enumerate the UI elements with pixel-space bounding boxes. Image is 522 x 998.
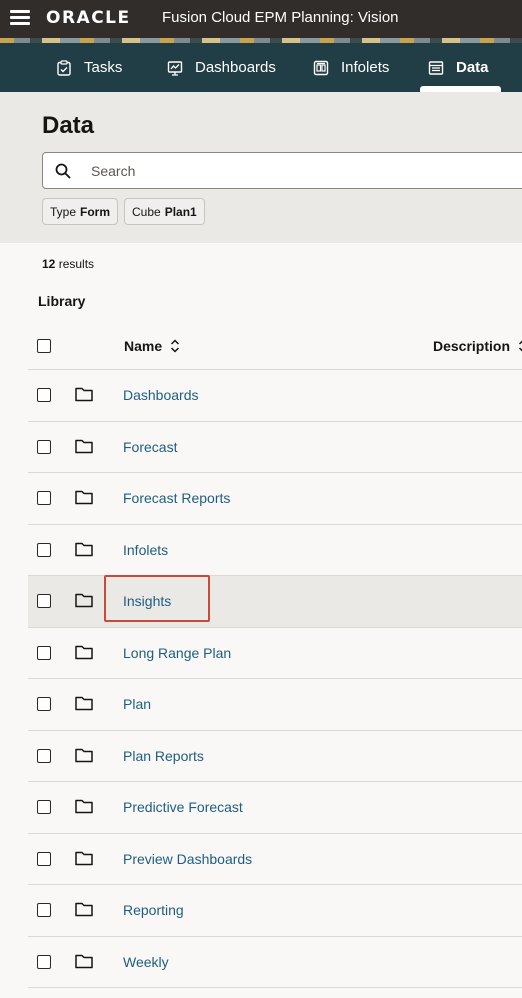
- tab-dashboards-label: Dashboards: [195, 59, 276, 76]
- tasks-icon: [57, 59, 71, 76]
- column-header-name[interactable]: Name: [124, 338, 180, 354]
- row-name-link[interactable]: Preview Dashboards: [123, 851, 252, 867]
- column-name-label: Name: [124, 338, 163, 354]
- row-name-link[interactable]: Insights: [123, 593, 171, 609]
- row-name-link[interactable]: Forecast Reports: [123, 490, 230, 506]
- row-name-link[interactable]: Dashboards: [123, 387, 199, 403]
- row-checkbox[interactable]: [37, 594, 51, 608]
- filter-type-value: Form: [80, 204, 111, 219]
- search-box[interactable]: [42, 152, 522, 189]
- row-name-link[interactable]: Infolets: [123, 542, 168, 558]
- page-title: Data: [42, 112, 95, 139]
- table-row[interactable]: Weekly: [28, 937, 522, 988]
- row-checkbox[interactable]: [37, 697, 51, 711]
- folder-icon: [75, 954, 93, 968]
- results-number: 12: [42, 257, 56, 271]
- results-label: results: [58, 257, 95, 271]
- filter-cube-value: Plan1: [164, 204, 197, 219]
- infolets-icon: [313, 60, 329, 75]
- filter-type-key: Type: [50, 204, 77, 219]
- folder-icon: [75, 851, 93, 865]
- row-checkbox[interactable]: [37, 800, 51, 814]
- row-name-link[interactable]: Forecast: [123, 439, 177, 455]
- results-count: 12 results: [42, 257, 94, 271]
- row-checkbox[interactable]: [37, 491, 51, 505]
- folder-icon: [75, 902, 93, 917]
- row-name-link[interactable]: Weekly: [123, 954, 169, 970]
- folder-icon: [75, 799, 93, 814]
- folder-icon: [75, 387, 93, 402]
- row-checkbox[interactable]: [37, 851, 51, 866]
- tab-data[interactable]: Data: [428, 43, 489, 92]
- row-checkbox[interactable]: [37, 388, 51, 402]
- select-all-checkbox[interactable]: [37, 339, 51, 353]
- folder-icon: [75, 593, 93, 608]
- library-heading: Library: [38, 293, 86, 309]
- column-description-label: Description: [433, 338, 511, 354]
- row-checkbox[interactable]: [37, 954, 51, 969]
- folder-icon: [75, 439, 93, 453]
- folder-icon: [75, 645, 93, 659]
- app-title: Fusion Cloud EPM Planning: Vision: [162, 9, 399, 26]
- filter-chip-cube[interactable]: Cube Plan1: [124, 198, 205, 225]
- table-row-selected[interactable]: Insights: [28, 576, 522, 628]
- search-icon[interactable]: [55, 163, 71, 179]
- row-checkbox[interactable]: [37, 645, 51, 660]
- filter-chip-type[interactable]: Type Form: [42, 198, 119, 225]
- folder-icon: [75, 748, 93, 762]
- sort-icon[interactable]: [170, 339, 180, 353]
- folder-icon: [75, 490, 93, 505]
- row-name-link[interactable]: Plan Reports: [123, 748, 204, 764]
- table-row[interactable]: Reporting: [28, 885, 522, 937]
- table-row[interactable]: Dashboards: [28, 370, 522, 422]
- row-name-link[interactable]: Plan: [123, 696, 151, 712]
- table-row[interactable]: Infolets: [28, 525, 522, 576]
- row-name-link[interactable]: Reporting: [123, 902, 184, 918]
- tab-tasks[interactable]: Tasks: [56, 43, 122, 92]
- table-row[interactable]: Plan: [28, 679, 522, 731]
- row-checkbox[interactable]: [37, 748, 51, 763]
- navigation-bar: Tasks Dashboards Infolets Data: [0, 43, 522, 92]
- tab-data-label: Data: [456, 59, 489, 76]
- table-row[interactable]: Forecast: [28, 422, 522, 473]
- row-checkbox[interactable]: [37, 903, 51, 917]
- top-bar: ORACLE Fusion Cloud EPM Planning: Vision: [0, 0, 522, 38]
- search-input[interactable]: [91, 161, 511, 181]
- tab-tasks-label: Tasks: [84, 59, 123, 76]
- table-row[interactable]: Preview Dashboards: [28, 834, 522, 885]
- row-name-link[interactable]: Predictive Forecast: [123, 799, 243, 815]
- row-name-link[interactable]: Long Range Plan: [123, 645, 231, 661]
- folder-icon: [75, 542, 93, 556]
- column-header-description[interactable]: Description: [433, 338, 522, 354]
- oracle-logo: ORACLE: [46, 8, 131, 28]
- table-row[interactable]: Plan Reports: [28, 731, 522, 782]
- hamburger-menu-icon[interactable]: [10, 10, 30, 26]
- tab-infolets-label: Infolets: [341, 59, 390, 76]
- row-checkbox[interactable]: [37, 439, 51, 454]
- tab-infolets[interactable]: Infolets: [313, 43, 389, 92]
- table-row[interactable]: Predictive Forecast: [28, 782, 522, 834]
- row-checkbox[interactable]: [37, 542, 51, 557]
- sort-icon[interactable]: [518, 339, 522, 353]
- dashboards-icon: [167, 60, 183, 76]
- folder-icon: [75, 696, 93, 711]
- filter-cube-key: Cube: [132, 204, 161, 219]
- tab-dashboards[interactable]: Dashboards: [167, 43, 276, 92]
- table-row[interactable]: Long Range Plan: [28, 628, 522, 679]
- table-row[interactable]: Forecast Reports: [28, 473, 522, 525]
- data-icon: [428, 60, 444, 75]
